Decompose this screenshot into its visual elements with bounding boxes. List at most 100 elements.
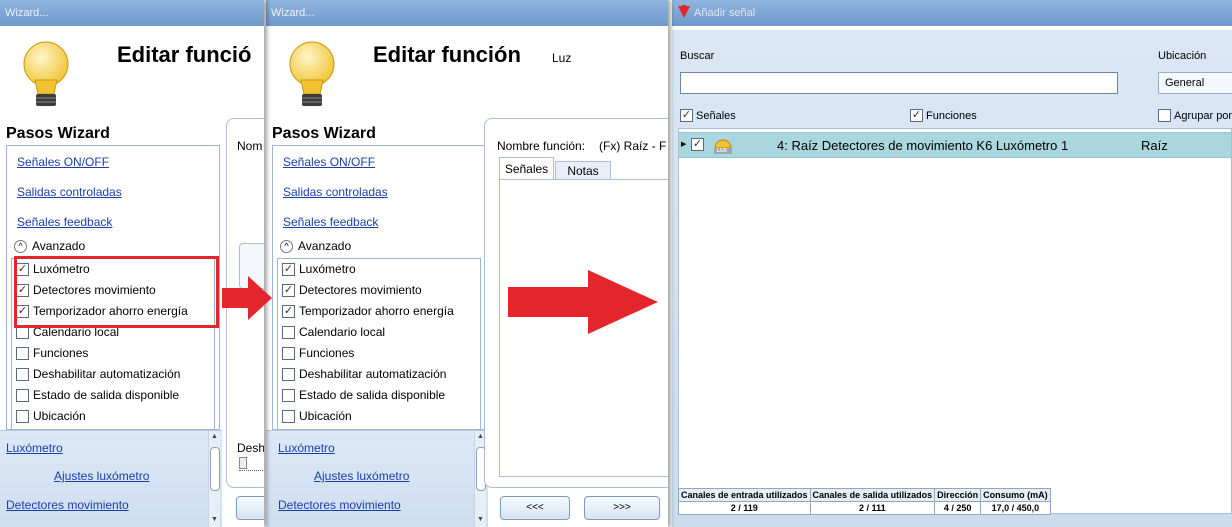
- filter-functions[interactable]: ✓ Funciones: [910, 109, 977, 122]
- checkbox-unchecked-icon[interactable]: [16, 367, 29, 381]
- wizard-2-steps-box: Señales ON/OFF Salidas controladas Señal…: [272, 145, 486, 430]
- signal-row[interactable]: ▶ ✓ LUX 4: Raíz Detectores de movimiento…: [679, 132, 1231, 158]
- expand-arrow-icon[interactable]: ▶: [681, 140, 686, 148]
- signal-row-location: Raíz: [1141, 138, 1168, 153]
- advanced-option-label: Detectores movimiento: [299, 283, 422, 297]
- scroll-up-arrow-icon[interactable]: ▲: [477, 433, 484, 440]
- checkbox-unchecked-icon[interactable]: [282, 409, 295, 423]
- stat-header-address: Dirección: [934, 488, 982, 502]
- scroll-down-arrow-icon[interactable]: ▼: [211, 516, 218, 523]
- lower-link-luxometer-settings[interactable]: Ajustes luxómetro: [54, 469, 149, 483]
- stat-value-outputs: 2 / 111: [809, 501, 936, 515]
- step-link-signals-onoff[interactable]: Señales ON/OFF: [283, 155, 375, 169]
- advanced-option-label: Temporizador ahorro energía: [299, 304, 454, 318]
- wizard-1-title: Wizard...: [5, 7, 49, 19]
- step-link-controlled-outputs[interactable]: Salidas controladas: [17, 185, 122, 199]
- collapse-up-icon: ^: [280, 239, 293, 253]
- checkbox-checked-icon[interactable]: ✓: [282, 262, 295, 276]
- wizard-1-bottom-button[interactable]: [236, 496, 264, 520]
- red-arrow-icon: [508, 270, 658, 337]
- add-signal-body: Buscar Ubicación General ✓ Señales ✓ Fun…: [672, 30, 1232, 527]
- next-button[interactable]: >>>: [584, 496, 660, 520]
- advanced-option-row[interactable]: Calendario local: [282, 325, 385, 339]
- checkbox-unchecked-icon[interactable]: [282, 388, 295, 402]
- wizard-2-titlebar: Wizard...: [266, 0, 668, 26]
- step-link-feedback-signals[interactable]: Señales feedback: [283, 215, 378, 229]
- checkbox-unchecked-icon[interactable]: [16, 388, 29, 402]
- location-select[interactable]: General: [1158, 72, 1232, 94]
- advanced-option-row[interactable]: ✓ Detectores movimiento: [282, 283, 422, 297]
- collapse-up-icon: ^: [14, 239, 27, 253]
- add-signal-title: Añadir señal: [694, 7, 756, 19]
- lux-sensor-icon: [712, 134, 734, 159]
- advanced-label: Avanzado: [32, 239, 86, 253]
- prev-button[interactable]: <<<: [500, 496, 570, 520]
- advanced-options-list: ✓ Luxómetro ✓ Detectores movimiento ✓ Tempori…: [277, 258, 481, 430]
- wizard-2-steps-title: Pasos Wizard: [272, 125, 376, 142]
- light-bulb-icon: [16, 34, 76, 124]
- advanced-toggle[interactable]: ^ Avanzado: [14, 239, 85, 253]
- row-checkbox-checked-icon[interactable]: ✓: [691, 138, 704, 151]
- advanced-option-row[interactable]: ✓ Temporizador ahorro energía: [282, 304, 454, 318]
- light-bulb-icon: [282, 34, 342, 124]
- advanced-option-row[interactable]: Estado de salida disponible: [16, 388, 179, 402]
- advanced-option-row[interactable]: Estado de salida disponible: [282, 388, 445, 402]
- usage-stats-table: Canales de entrada utilizados Canales de…: [678, 488, 1051, 515]
- advanced-toggle[interactable]: ^ Avanzado: [280, 239, 351, 253]
- function-name-label: Nombre función:: [497, 139, 586, 153]
- advanced-label: Avanzado: [298, 239, 352, 253]
- lower-link-motion-detectors[interactable]: Detectores movimiento: [6, 498, 129, 512]
- checkbox-unchecked-icon[interactable]: [282, 346, 295, 360]
- lower-link-motion-detectors[interactable]: Detectores movimiento: [278, 498, 401, 512]
- wizard-1-bottom-label: Desh: [237, 441, 264, 455]
- checkbox-checked-icon: ✓: [910, 109, 923, 122]
- step-link-feedback-signals[interactable]: Señales feedback: [17, 215, 112, 229]
- red-arrow-icon: [222, 276, 272, 323]
- checkbox-unchecked-icon[interactable]: [16, 346, 29, 360]
- filter-signals[interactable]: ✓ Señales: [680, 109, 736, 122]
- location-select-value: General: [1165, 77, 1205, 89]
- checkbox-checked-icon[interactable]: ✓: [282, 283, 295, 297]
- advanced-option-row[interactable]: Deshabilitar automatización: [282, 367, 446, 381]
- checkbox-checked-icon: ✓: [680, 109, 693, 122]
- wizard-1-heading: Editar funció: [117, 42, 252, 67]
- lower-link-luxometer[interactable]: Luxómetro: [278, 441, 335, 455]
- step-link-controlled-outputs[interactable]: Salidas controladas: [283, 185, 388, 199]
- scroll-thumb[interactable]: [210, 447, 220, 491]
- advanced-option-row[interactable]: Ubicación: [16, 409, 86, 423]
- function-name-value[interactable]: (Fx) Raíz - F: [599, 139, 666, 153]
- slider-thumb-icon[interactable]: [239, 457, 247, 469]
- checkbox-unchecked-icon[interactable]: [282, 325, 295, 339]
- wizard-window-2: Wizard... Editar función Luz Pasos Wizar…: [266, 0, 668, 527]
- advanced-option-label: Ubicación: [299, 409, 352, 423]
- search-input[interactable]: [680, 72, 1118, 94]
- group-by-checkbox[interactable]: Agrupar por: [1158, 109, 1232, 122]
- advanced-option-row[interactable]: Funciones: [16, 346, 88, 360]
- lower-nav-scrollbar[interactable]: ▲ ▼: [208, 431, 220, 527]
- stat-header-inputs: Canales de entrada utilizados: [678, 488, 811, 502]
- advanced-option-label: Estado de salida disponible: [33, 388, 180, 402]
- advanced-option-row[interactable]: Ubicación: [282, 409, 352, 423]
- checkbox-unchecked-icon[interactable]: [16, 409, 29, 423]
- scroll-down-arrow-icon[interactable]: ▼: [477, 516, 484, 523]
- checkbox-checked-icon[interactable]: ✓: [282, 304, 295, 318]
- advanced-option-row[interactable]: ✓ Luxómetro: [282, 262, 356, 276]
- highlight-box: [14, 256, 219, 328]
- advanced-option-row[interactable]: Deshabilitar automatización: [16, 367, 180, 381]
- filter-functions-label: Funciones: [926, 109, 977, 122]
- tab-notes[interactable]: Notas: [555, 161, 611, 180]
- add-signal-titlebar: Añadir señal: [672, 0, 1232, 26]
- stat-value-consumption: 17,0 / 450,0: [980, 501, 1051, 515]
- wizard-1-slider[interactable]: [239, 457, 264, 471]
- advanced-option-label: Deshabilitar automatización: [33, 367, 181, 381]
- advanced-option-row[interactable]: Funciones: [282, 346, 354, 360]
- checkbox-unchecked-icon[interactable]: [282, 367, 295, 381]
- lower-link-luxometer[interactable]: Luxómetro: [6, 441, 63, 455]
- tab-signals[interactable]: Señales: [499, 157, 554, 180]
- advanced-option-label: Luxómetro: [299, 262, 356, 276]
- step-link-signals-onoff[interactable]: Señales ON/OFF: [17, 155, 109, 169]
- scroll-up-arrow-icon[interactable]: ▲: [211, 433, 218, 440]
- advanced-option-label: Estado de salida disponible: [299, 388, 446, 402]
- advanced-option-label: Calendario local: [299, 325, 386, 339]
- lower-link-luxometer-settings[interactable]: Ajustes luxómetro: [314, 469, 409, 483]
